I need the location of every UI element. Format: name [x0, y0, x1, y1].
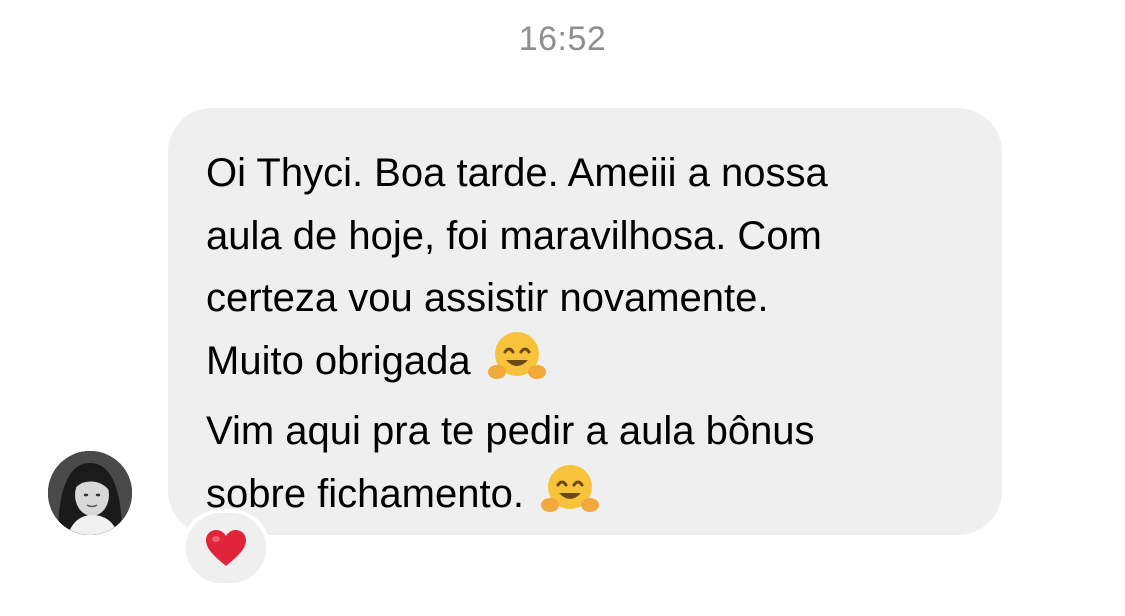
message-line-with-emoji: Muito obrigada [206, 330, 964, 401]
message-bubble[interactable]: Oi Thyci. Boa tarde. Ameiii a nossa aula… [168, 108, 1002, 535]
message-line: Vim aqui pra te pedir a aula bônus [206, 409, 815, 453]
message-line-text: sobre fichamento. [206, 471, 524, 516]
sender-avatar[interactable] [48, 451, 132, 535]
message-line-with-emoji: sobre fichamento. [206, 463, 964, 534]
message-timestamp: 16:52 [518, 20, 607, 58]
hugging-face-icon [487, 330, 546, 401]
red-heart-icon [206, 530, 246, 566]
avatar-photo [48, 451, 132, 535]
message-line: aula de hoje, foi maravilhosa. Com [206, 213, 822, 258]
hugging-face-icon [541, 463, 600, 534]
message-line: Oi Thyci. Boa tarde. Ameiii a nossa [206, 151, 828, 195]
reaction-badge[interactable] [182, 509, 270, 587]
message-line: certeza vou assistir novamente. [206, 276, 769, 320]
message-line-text: Muito obrigada [206, 338, 471, 383]
